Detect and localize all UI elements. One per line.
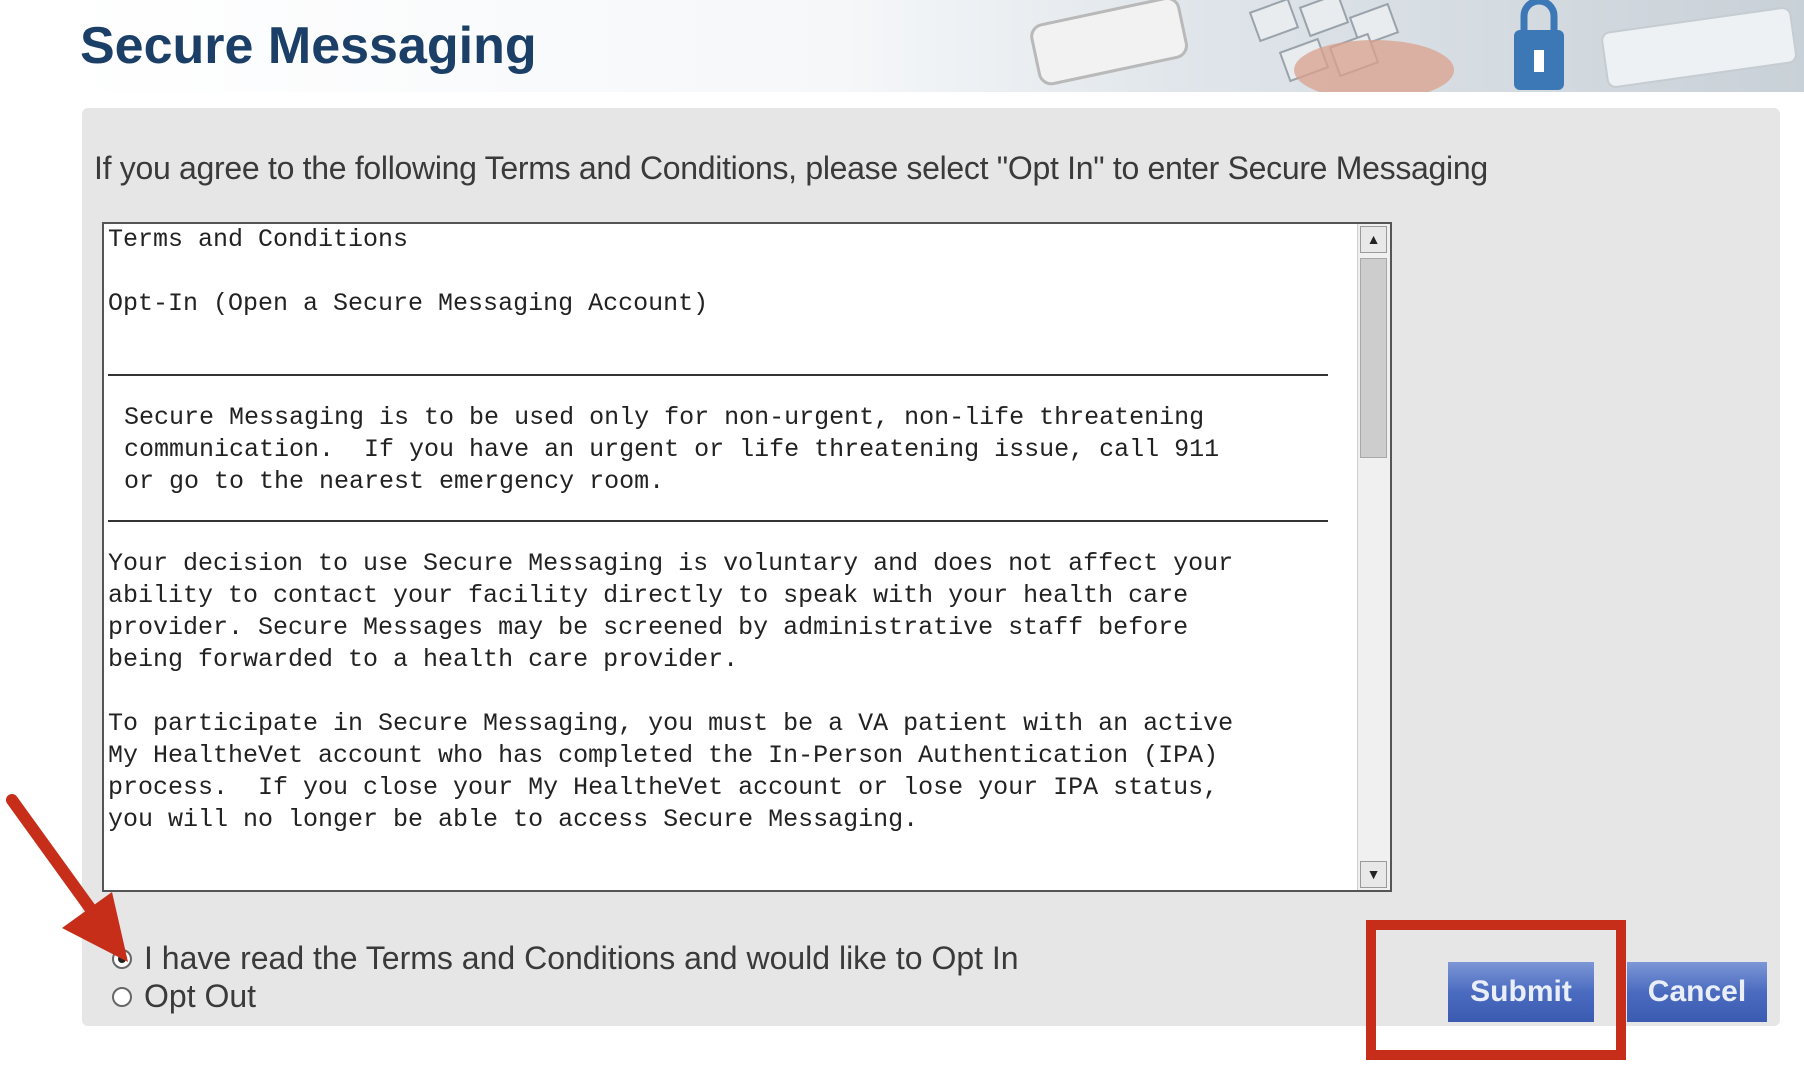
instruction-text: If you agree to the following Terms and … bbox=[94, 150, 1488, 186]
notice-line: communication. If you have an urgent or … bbox=[124, 435, 1220, 464]
scroll-thumb[interactable] bbox=[1360, 258, 1387, 458]
terms-text: Terms and Conditions Opt-In (Open a Secu… bbox=[108, 224, 1348, 888]
opt-out-label: Opt Out bbox=[144, 978, 257, 1014]
terms-line: process. If you close your My HealtheVet… bbox=[108, 773, 1219, 802]
enter-key-icon bbox=[1030, 0, 1188, 86]
opt-in-option[interactable]: I have read the Terms and Conditions and… bbox=[112, 940, 1019, 977]
opt-out-radio[interactable] bbox=[112, 986, 132, 1007]
terms-heading: Terms and Conditions bbox=[108, 225, 409, 254]
terms-line: My HealtheVet account who has completed … bbox=[108, 741, 1219, 770]
padlock-icon bbox=[1514, 0, 1564, 90]
page-header: Secure Messaging bbox=[64, 0, 1804, 92]
notice-line: Secure Messaging is to be used only for … bbox=[124, 403, 1205, 432]
terms-textarea[interactable]: Terms and Conditions Opt-In (Open a Secu… bbox=[102, 222, 1392, 892]
notice-line: or go to the nearest emergency room. bbox=[124, 467, 665, 496]
opt-in-label: I have read the Terms and Conditions and… bbox=[144, 940, 1019, 976]
keyboard-banner-image bbox=[1030, 0, 1797, 92]
page-title: Secure Messaging bbox=[80, 17, 537, 75]
red-arrow-icon bbox=[6, 794, 128, 962]
terms-line: To participate in Secure Messaging, you … bbox=[108, 709, 1234, 738]
opt-out-option[interactable]: Opt Out bbox=[112, 978, 256, 1015]
scroll-down-arrow-icon[interactable]: ▼ bbox=[1360, 861, 1387, 888]
terms-line: provider. Secure Messages may be screene… bbox=[108, 613, 1189, 642]
cancel-button[interactable]: Cancel bbox=[1627, 962, 1767, 1022]
terms-scrollbar[interactable]: ▲ ▼ bbox=[1357, 224, 1390, 890]
terms-line: Your decision to use Secure Messaging is… bbox=[108, 549, 1234, 578]
terms-line: being forwarded to a health care provide… bbox=[108, 645, 739, 674]
terms-line: ability to contact your facility directl… bbox=[108, 581, 1189, 610]
terms-line: you will no longer be able to access Sec… bbox=[108, 805, 919, 834]
divider bbox=[108, 374, 1328, 376]
divider bbox=[108, 520, 1328, 522]
terms-panel: If you agree to the following Terms and … bbox=[82, 108, 1780, 1026]
submit-highlight-box bbox=[1366, 920, 1626, 1060]
terms-subheading: Opt-In (Open a Secure Messaging Account) bbox=[108, 289, 709, 318]
scroll-up-arrow-icon[interactable]: ▲ bbox=[1360, 226, 1387, 253]
